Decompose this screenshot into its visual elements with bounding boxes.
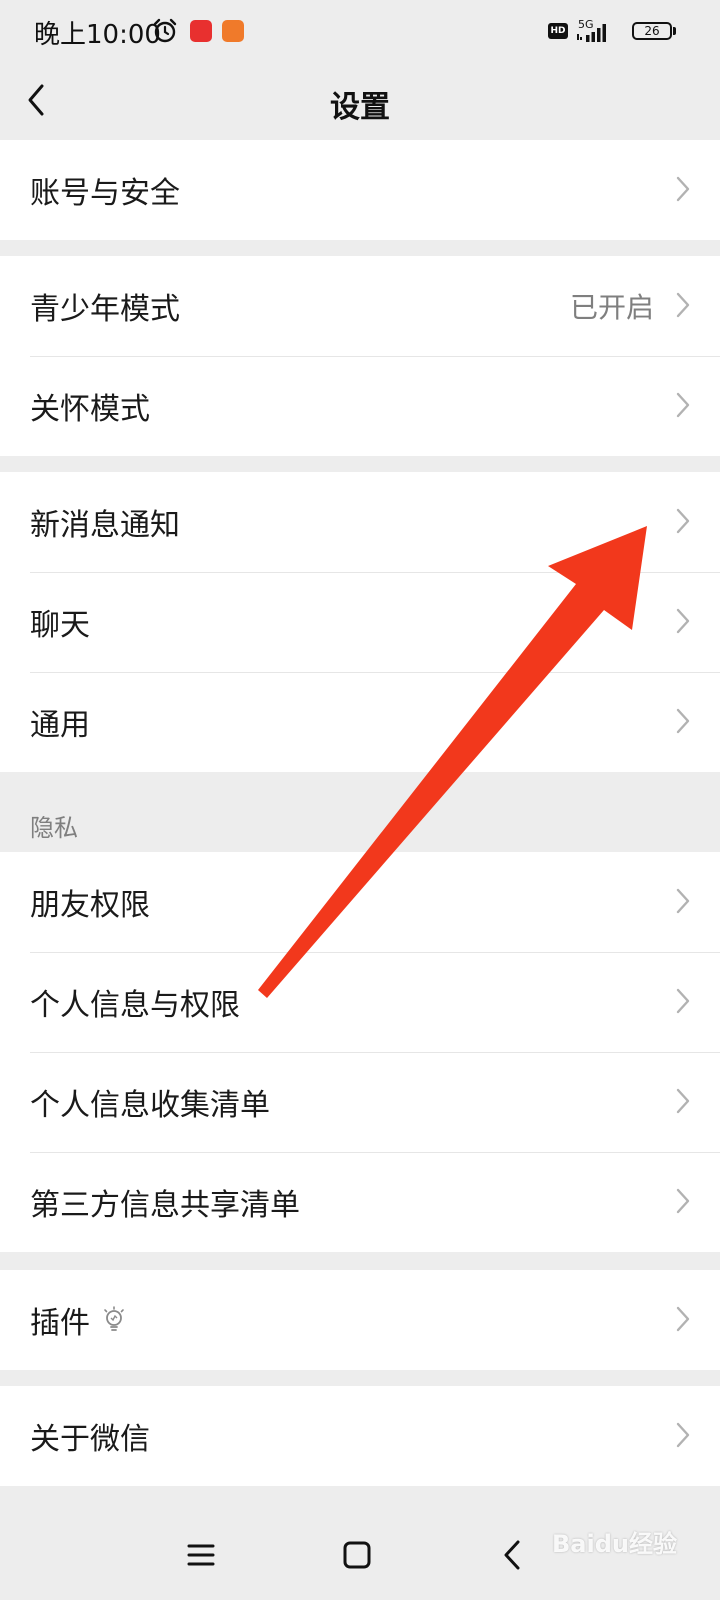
- chevron-right-icon: [676, 292, 690, 318]
- status-bar: 晚上10:00 HD 5G 26: [0, 0, 720, 64]
- row-plugins[interactable]: 插件: [0, 1270, 720, 1370]
- battery-level: 26: [644, 24, 660, 38]
- chevron-left-icon[interactable]: [24, 80, 48, 120]
- row-new-message-notifications[interactable]: 新消息通知: [0, 472, 720, 572]
- row-label: 插件: [30, 1306, 90, 1341]
- row-label: 聊天: [30, 608, 90, 643]
- battery-icon: 26: [632, 22, 672, 40]
- chevron-right-icon: [676, 888, 690, 914]
- chevron-right-icon: [676, 1306, 690, 1332]
- page-title: 设置: [330, 90, 390, 125]
- row-label: 新消息通知: [30, 508, 180, 543]
- row-personal-info-permissions[interactable]: 个人信息与权限: [0, 952, 720, 1052]
- hd-badge: HD: [548, 23, 568, 39]
- nav-bar: 设置: [0, 64, 720, 140]
- row-teen-mode[interactable]: 青少年模式 已开启: [0, 256, 720, 356]
- row-care-mode[interactable]: 关怀模式: [0, 356, 720, 456]
- settings-group-plugins: 插件: [0, 1270, 720, 1370]
- alarm-icon: [153, 18, 177, 43]
- lightbulb-icon: [104, 1306, 124, 1331]
- chevron-right-icon: [676, 608, 690, 634]
- row-chat[interactable]: 聊天: [0, 572, 720, 672]
- chevron-right-icon: [676, 176, 690, 202]
- settings-group-modes: 青少年模式 已开启 关怀模式: [0, 256, 720, 456]
- settings-group-account: 账号与安全: [0, 140, 720, 240]
- row-general[interactable]: 通用: [0, 672, 720, 772]
- row-about-wechat[interactable]: 关于微信: [0, 1386, 720, 1486]
- signal-icon: [577, 24, 606, 42]
- row-value: 已开启: [569, 291, 654, 324]
- settings-group-general: 新消息通知 聊天 通用: [0, 472, 720, 772]
- settings-page: 晚上10:00 HD 5G 26 设置 账号与安全 青少年模式 已开启 关怀模式…: [0, 0, 720, 1600]
- row-account-security[interactable]: 账号与安全: [0, 140, 720, 240]
- menu-icon[interactable]: [186, 1540, 216, 1570]
- app-icon: [190, 20, 212, 42]
- watermark: Baidu经验: [552, 1530, 677, 1558]
- section-title-privacy: 隐私: [30, 814, 78, 842]
- row-label: 关于微信: [30, 1422, 150, 1457]
- row-label: 朋友权限: [30, 888, 150, 923]
- chevron-right-icon: [676, 508, 690, 534]
- chevron-right-icon: [676, 1188, 690, 1214]
- row-label: 青少年模式: [30, 292, 180, 327]
- row-third-party-sharing[interactable]: 第三方信息共享清单: [0, 1152, 720, 1252]
- row-personal-info-collection[interactable]: 个人信息收集清单: [0, 1052, 720, 1152]
- chevron-right-icon: [676, 1088, 690, 1114]
- battery-tip: [673, 27, 676, 35]
- chevron-right-icon: [676, 988, 690, 1014]
- app-icon: [222, 20, 244, 42]
- row-label: 个人信息收集清单: [30, 1088, 270, 1123]
- row-label: 第三方信息共享清单: [30, 1188, 300, 1223]
- chevron-right-icon: [676, 392, 690, 418]
- settings-group-privacy: 朋友权限 个人信息与权限 个人信息收集清单 第三方信息共享清单: [0, 852, 720, 1252]
- chevron-right-icon: [676, 708, 690, 734]
- row-label: 账号与安全: [30, 176, 180, 211]
- row-label: 个人信息与权限: [30, 988, 240, 1023]
- status-time: 晚上10:00: [34, 20, 161, 50]
- settings-group-about: 关于微信: [0, 1386, 720, 1486]
- home-icon[interactable]: [342, 1540, 372, 1570]
- row-friend-permissions[interactable]: 朋友权限: [0, 852, 720, 952]
- row-label: 关怀模式: [30, 392, 150, 427]
- chevron-right-icon: [676, 1422, 690, 1448]
- back-icon[interactable]: [500, 1538, 524, 1572]
- row-label: 通用: [30, 708, 90, 743]
